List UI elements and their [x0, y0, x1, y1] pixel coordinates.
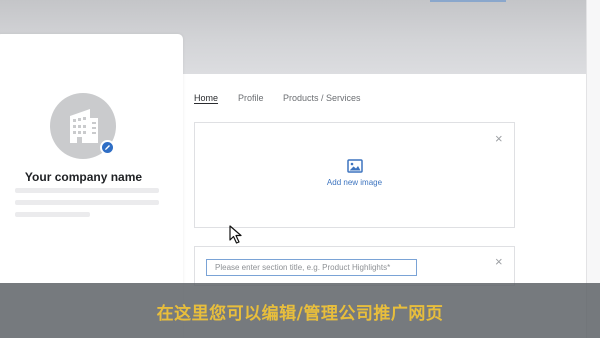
description-placeholder-line	[15, 200, 159, 205]
image-icon[interactable]	[347, 159, 363, 173]
edit-avatar-button[interactable]	[100, 140, 115, 155]
close-icon[interactable]: ×	[495, 132, 503, 145]
caption-overlay: 在这里您可以编辑/管理公司推广网页	[0, 283, 600, 338]
company-name[interactable]: Your company name	[0, 170, 171, 184]
tab-profile[interactable]: Profile	[238, 93, 264, 103]
caption-text: 在这里您可以编辑/管理公司推广网页	[156, 304, 444, 324]
editor-screen: Your company name Home Profile Products …	[0, 0, 600, 338]
add-new-image-link[interactable]: Add new image	[195, 178, 514, 187]
building-icon	[70, 109, 98, 143]
image-upload-block[interactable]: × Add new image	[194, 122, 515, 228]
section-block: ×	[194, 246, 515, 286]
pencil-icon	[105, 145, 110, 150]
tab-home[interactable]: Home	[194, 93, 218, 103]
description-placeholder-line	[15, 188, 159, 193]
section-title-input[interactable]	[206, 259, 417, 276]
top-action-button[interactable]	[430, 0, 506, 2]
mouse-pointer-icon	[229, 225, 242, 244]
description-placeholder-line	[15, 212, 90, 217]
tab-products-services[interactable]: Products / Services	[283, 93, 361, 103]
close-icon[interactable]: ×	[495, 255, 503, 268]
